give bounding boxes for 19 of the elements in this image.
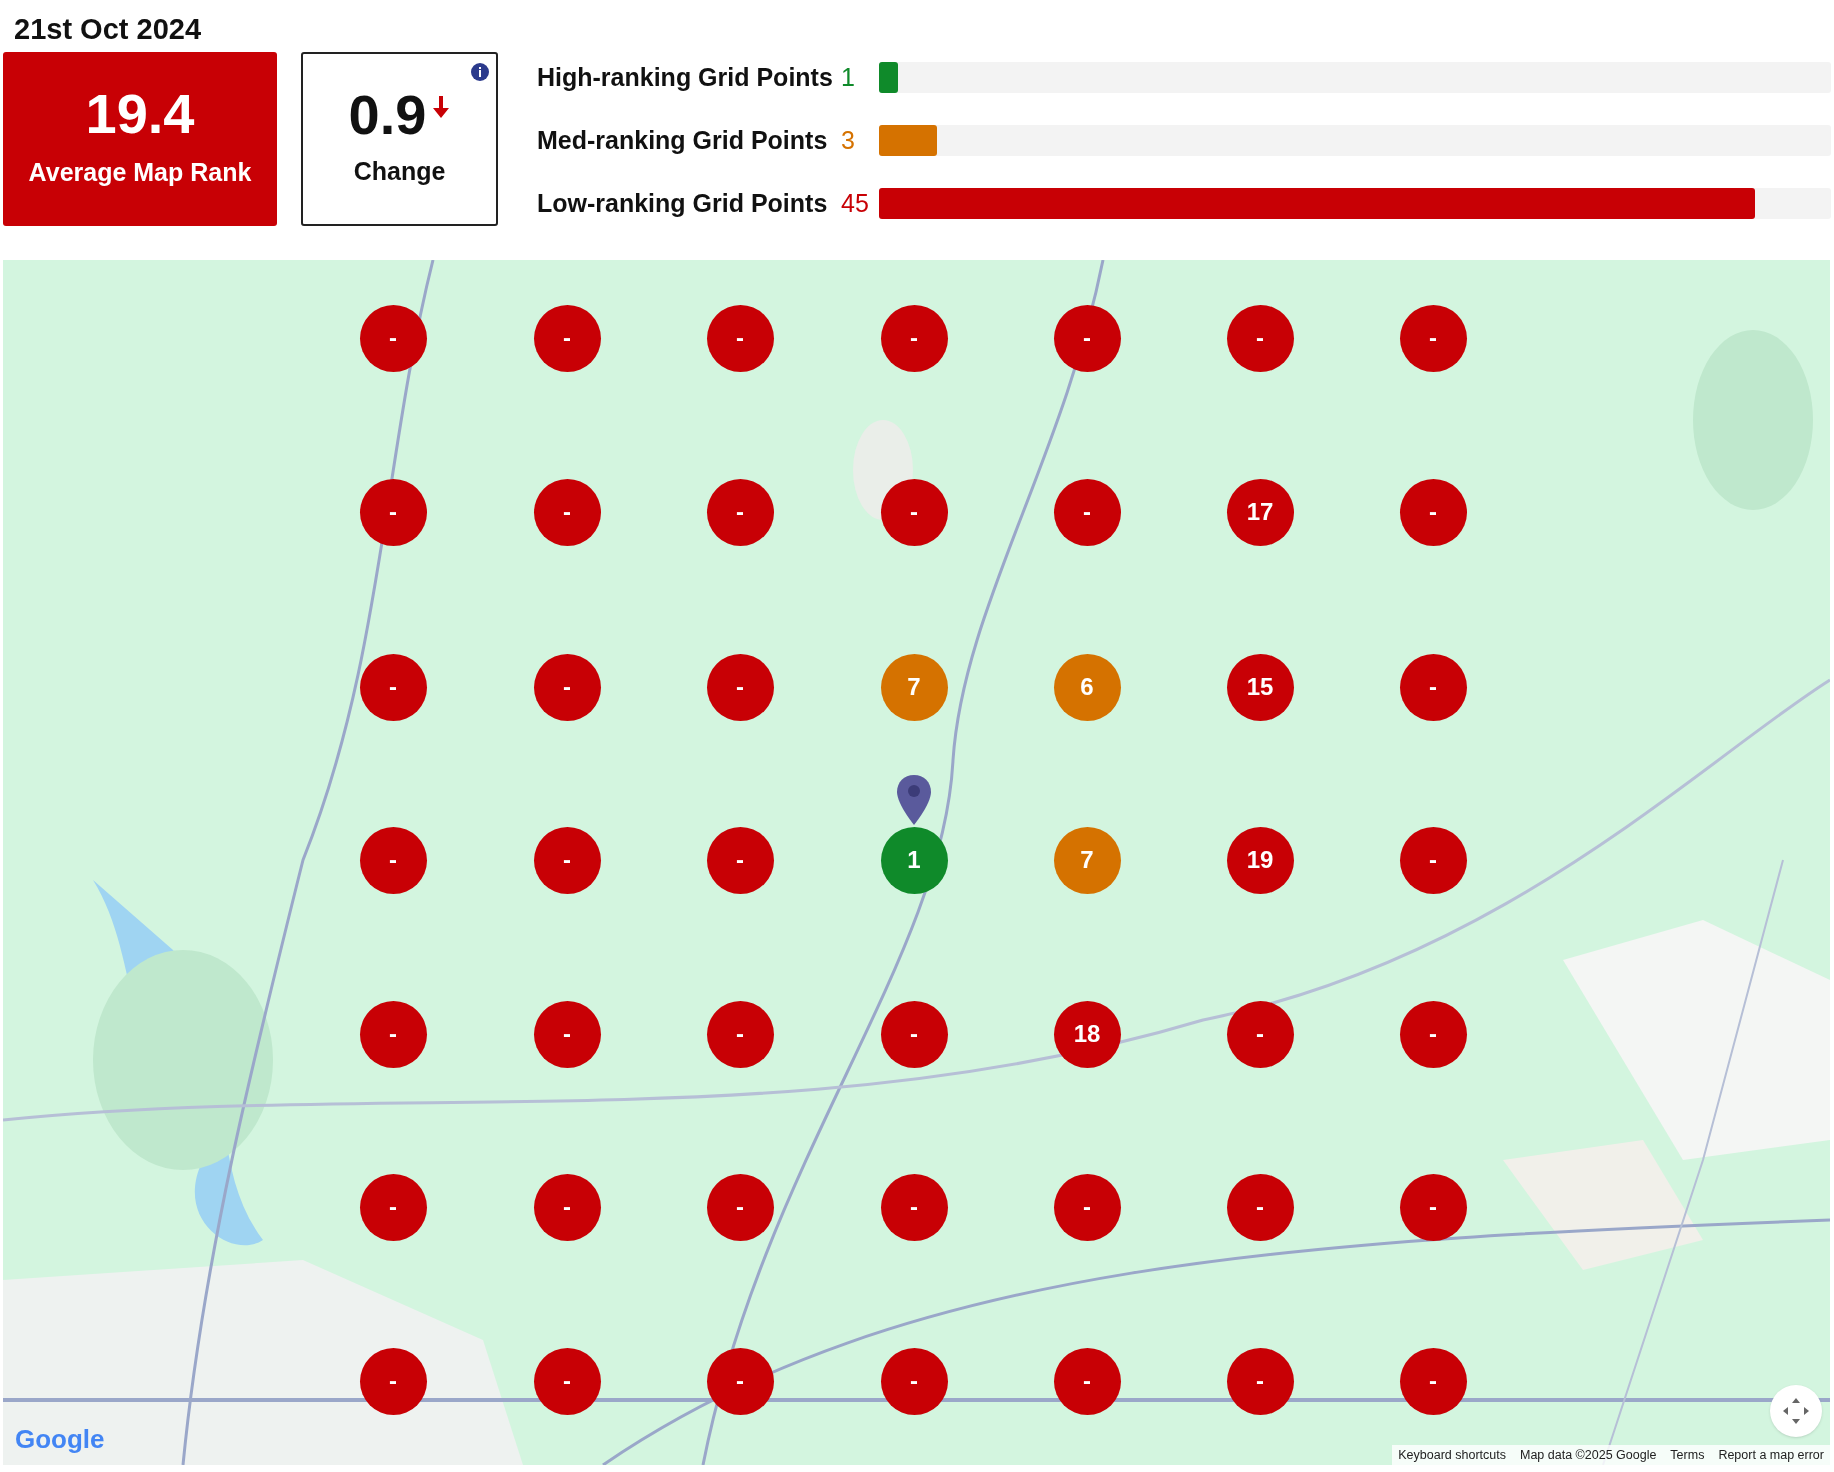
map[interactable]: - - - - - - - - - - - - 17 - - - - 7 6 15 - - - - 1 7 19 - - - - - 18 - - - - - - - - - - - - - - - - Google Keyboard shortcuts Map data ©2025 Google Terms Report a map error xyxy=(3,260,1830,1465)
info-icon[interactable] xyxy=(470,62,490,82)
ranking-count: 45 xyxy=(841,187,870,219)
map-attribution-link[interactable]: Terms xyxy=(1670,1445,1705,1465)
average-rank-label: Average Map Rank xyxy=(28,157,252,189)
average-rank-value: 19.4 xyxy=(85,86,195,143)
map-attribution-link[interactable]: Map data ©2025 Google xyxy=(1519,1445,1657,1465)
ranking-label: Low-ranking Grid Points xyxy=(537,187,829,219)
change-value: 0.9 xyxy=(348,87,427,144)
ranking-count: 1 xyxy=(841,61,856,93)
ranking-count: 3 xyxy=(841,124,856,156)
map-attribution-link[interactable]: Report a map error xyxy=(1718,1445,1824,1465)
ranking-label: High-ranking Grid Points xyxy=(537,61,834,93)
map-logo: Google xyxy=(15,1423,105,1456)
move-arrows-icon xyxy=(1781,1396,1811,1426)
ranking-label: Med-ranking Grid Points xyxy=(537,124,829,156)
change-label: Change xyxy=(353,156,446,188)
map-attribution-link[interactable]: Keyboard shortcuts xyxy=(1398,1445,1506,1465)
report-date: 21st Oct 2024 xyxy=(13,12,202,47)
